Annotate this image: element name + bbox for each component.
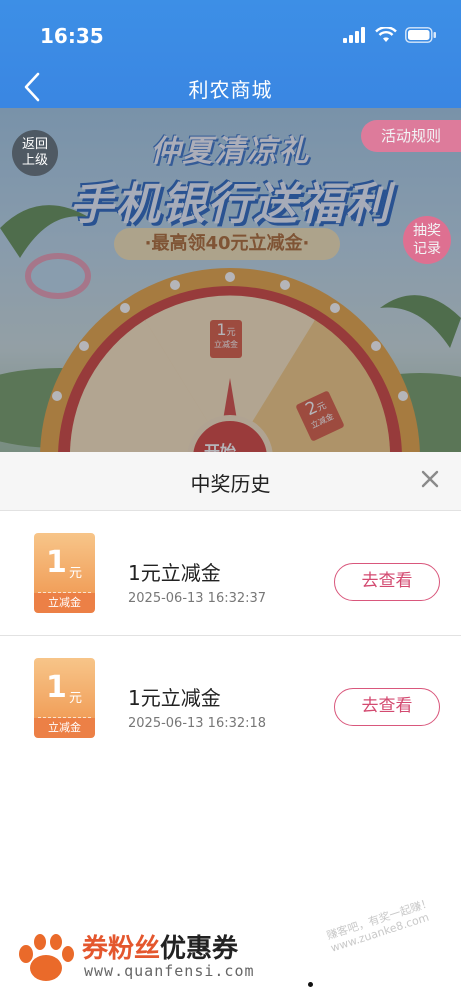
status-time: 16:35	[40, 24, 104, 48]
decorative-dot	[308, 982, 313, 987]
modal-overlay[interactable]	[0, 108, 461, 452]
watermark-brand-part1: 券粉丝	[82, 934, 161, 964]
signal-icon	[343, 27, 365, 43]
coupon-unit: 元	[69, 566, 83, 581]
prize-time: 2025-06-13 16:32:37	[128, 591, 267, 606]
close-icon[interactable]	[415, 464, 445, 494]
prize-name: 1元立减金	[128, 561, 221, 585]
coupon-face: 1 元	[34, 658, 95, 718]
coupon-face: 1 元	[34, 533, 95, 593]
battery-icon	[405, 27, 436, 43]
promo-banner: 1元 立减金 2元 立减金 开始 仲夏清凉礼 手机银行送福利 ·最高领40元立减…	[0, 108, 461, 452]
back-up-button[interactable]: 返回上级	[12, 130, 58, 176]
coupon-amount: 1	[46, 545, 67, 580]
paw-logo-icon	[19, 934, 74, 981]
back-up-label: 返回上级	[21, 137, 48, 168]
coupon-unit: 元	[69, 691, 83, 706]
prize-time: 2025-06-13 16:32:18	[128, 716, 267, 731]
watermark-brand: 券粉丝优惠券	[82, 928, 238, 965]
panel-header: 中奖历史	[0, 452, 461, 511]
history-item: 1 元 立减金 1元立减金 2025-06-13 16:32:37 去查看	[0, 511, 461, 636]
view-button[interactable]: 去查看	[334, 563, 440, 601]
history-item: 1 元 立减金 1元立减金 2025-06-13 16:32:18 去查看	[0, 636, 461, 760]
page-title: 利农商城	[188, 78, 273, 102]
status-icons	[343, 26, 437, 44]
prize-name: 1元立减金	[128, 686, 221, 710]
coupon-thumbnail: 1 元 立减金	[34, 658, 95, 738]
watermark-brand-part2: 优惠券	[160, 934, 239, 964]
lottery-record-label: 抽奖记录	[413, 223, 441, 257]
lottery-record-button[interactable]: 抽奖记录	[403, 216, 451, 264]
coupon-caption: 立减金	[34, 593, 95, 613]
coupon-amount: 1	[46, 670, 67, 705]
wifi-icon	[375, 27, 397, 42]
activity-rules-button[interactable]: 活动规则	[361, 120, 461, 152]
coupon-caption: 立减金	[34, 718, 95, 738]
coupon-thumbnail: 1 元 立减金	[34, 533, 95, 613]
top-bar: 16:35 利农商城	[0, 0, 461, 108]
watermark-url: www.quanfensi.com	[84, 962, 255, 980]
panel-title: 中奖历史	[190, 472, 271, 496]
view-button[interactable]: 去查看	[334, 688, 440, 726]
